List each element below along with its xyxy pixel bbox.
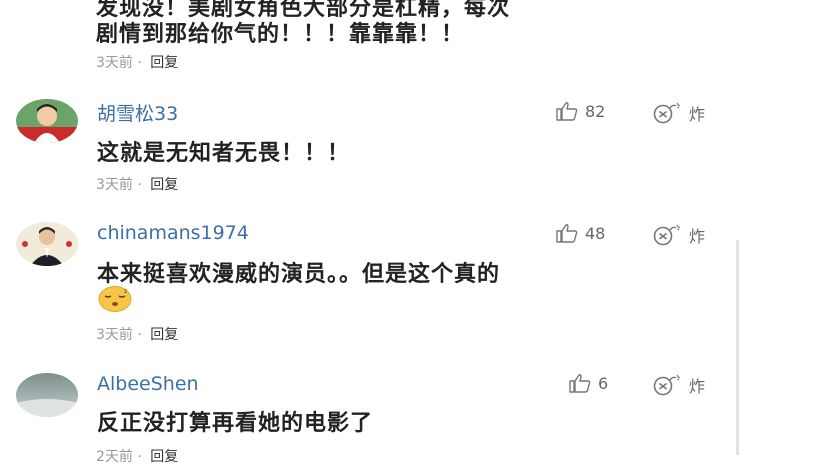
bomb-label: 炸 <box>689 105 706 124</box>
comment-meta: 3天前 · 回复 <box>96 324 178 344</box>
bomb-button[interactable]: 炸 <box>651 223 705 247</box>
reply-button[interactable]: 回复 <box>150 55 178 71</box>
like-button[interactable]: 48 <box>555 223 605 243</box>
separator-dot: · <box>137 327 142 343</box>
comment-text: 这就是无知者无畏！！！ <box>97 141 351 166</box>
bomb-label: 炸 <box>689 227 706 246</box>
comment-meta: 3天前 · 回复 <box>96 174 178 194</box>
comment-meta: 3天前 · 回复 <box>96 52 178 72</box>
bomb-label: 炸 <box>689 377 706 396</box>
comment-time: 3天前 <box>96 177 133 193</box>
username[interactable]: 胡雪松33 <box>97 99 178 126</box>
svg-text:z: z <box>124 288 127 295</box>
comment-text: 反正没打算再看她的电影了 <box>97 411 374 436</box>
comment-text: 本来挺喜欢漫威的演员。。但是这个真的 <box>97 262 501 287</box>
emoji-sleepy-icon: z <box>97 285 133 317</box>
reply-button[interactable]: 回复 <box>150 177 178 193</box>
avatar-image <box>16 99 78 143</box>
like-button[interactable]: 82 <box>555 101 605 121</box>
comment-text-line: 剧情到那给你气的！！！靠靠靠！！ <box>96 22 465 47</box>
avatar-image <box>16 222 78 266</box>
like-count: 82 <box>585 101 606 121</box>
bomb-button[interactable]: 炸 <box>651 101 705 125</box>
separator-dot: · <box>137 55 142 71</box>
separator-dot: · <box>137 177 142 193</box>
like-button[interactable]: 6 <box>568 373 608 393</box>
bomb-icon <box>653 374 681 396</box>
thumbs-up-icon <box>569 374 591 393</box>
like-count: 6 <box>598 373 609 393</box>
username[interactable]: chinamans1974 <box>97 222 249 244</box>
avatar[interactable] <box>16 373 78 417</box>
bomb-icon <box>653 102 681 124</box>
bomb-icon <box>653 224 681 246</box>
comment-time: 3天前 <box>96 327 133 343</box>
thumbs-up-icon <box>556 224 578 243</box>
thumbs-up-icon <box>556 102 578 121</box>
comment-meta: 2天前 · 回复 <box>96 446 178 466</box>
avatar[interactable] <box>16 99 78 143</box>
scrollbar[interactable] <box>736 240 739 455</box>
like-count: 48 <box>585 223 606 243</box>
reply-button[interactable]: 回复 <box>150 327 178 343</box>
bomb-button[interactable]: 炸 <box>651 373 705 397</box>
avatar-image <box>16 373 78 417</box>
username[interactable]: AlbeeShen <box>97 373 199 395</box>
comment-time: 3天前 <box>96 55 133 71</box>
avatar[interactable] <box>16 222 78 266</box>
